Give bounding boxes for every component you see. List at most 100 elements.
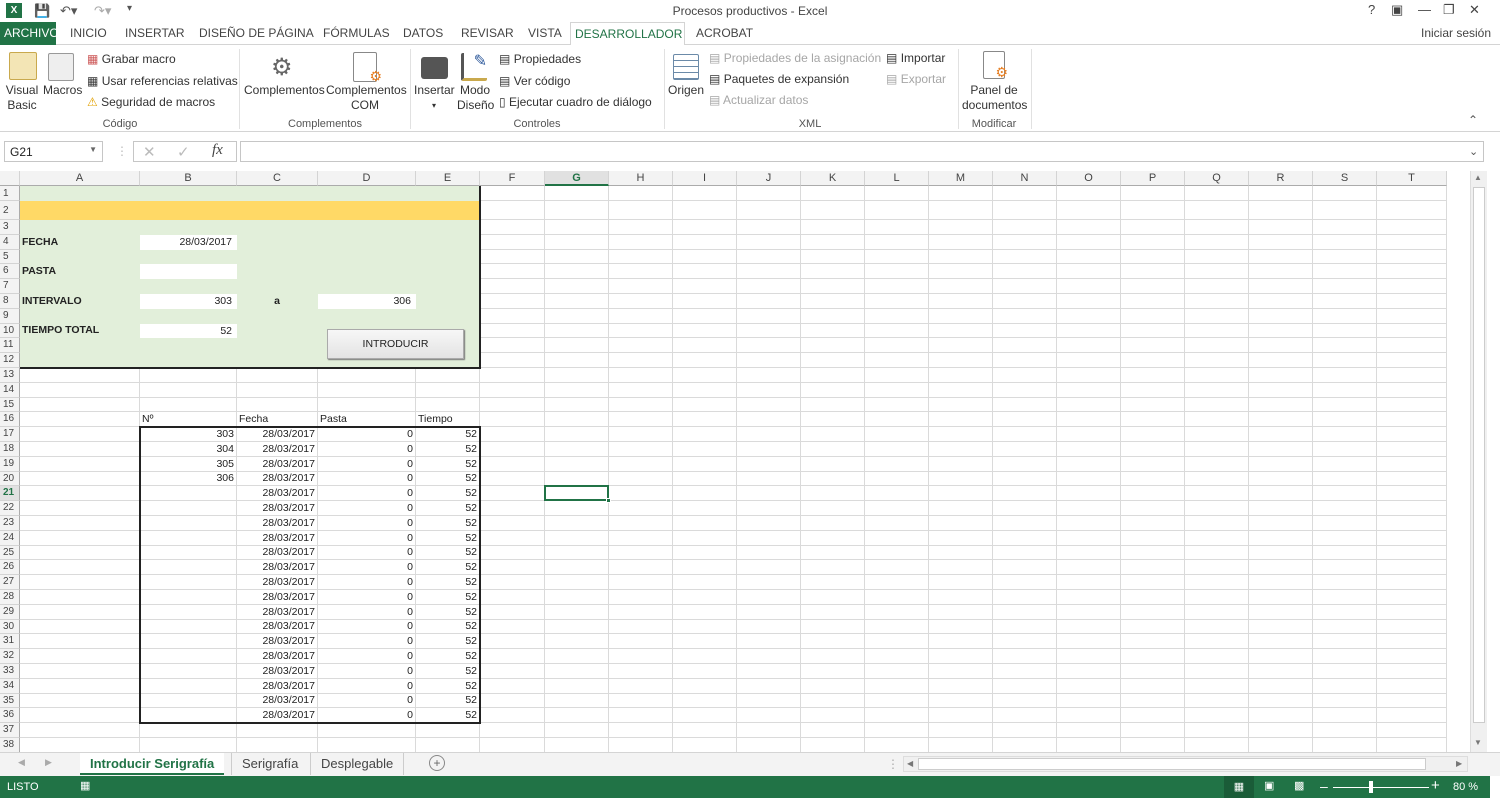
table-cell-n-32[interactable] (140, 649, 237, 664)
cell-a23[interactable] (20, 516, 140, 531)
cell-t11[interactable] (1377, 338, 1447, 354)
cell-i15[interactable] (673, 397, 737, 413)
page-layout-view-icon[interactable]: ▣ (1264, 779, 1274, 792)
cell-q20[interactable] (1185, 471, 1249, 487)
cell-c5[interactable] (237, 249, 318, 265)
cell-d16[interactable]: Pasta (318, 412, 416, 428)
cell-j6[interactable] (737, 264, 801, 280)
fill-handle[interactable] (606, 498, 611, 504)
cell-n10[interactable] (993, 323, 1057, 339)
cell-j17[interactable] (737, 427, 801, 442)
cell-e36[interactable]: 52 (416, 708, 480, 724)
cell-d17[interactable]: 0 (318, 427, 416, 442)
cell-k10[interactable] (801, 323, 865, 339)
cell-i3[interactable] (673, 220, 737, 235)
cell-p30[interactable] (1121, 619, 1185, 635)
cell-e2[interactable] (416, 201, 480, 220)
cell-s9[interactable] (1313, 308, 1377, 324)
cell-o5[interactable] (1057, 249, 1121, 265)
table-cell-n-18[interactable]: 304 (140, 442, 237, 457)
cell-t14[interactable] (1377, 382, 1447, 398)
cell-b13[interactable] (140, 368, 237, 383)
column-header-c[interactable]: C (237, 171, 318, 186)
macros-button[interactable]: Macros (43, 83, 82, 97)
cell-a3[interactable] (20, 220, 140, 235)
cell-l36[interactable] (865, 708, 929, 724)
cell-o37[interactable] (1057, 723, 1121, 738)
introducir-button[interactable]: INTRODUCIR (327, 328, 464, 359)
cell-j21[interactable] (737, 486, 801, 502)
cell-q37[interactable] (1185, 723, 1249, 738)
cell-i10[interactable] (673, 323, 737, 339)
cell-f10[interactable] (480, 323, 545, 339)
cell-p20[interactable] (1121, 471, 1185, 487)
cell-t10[interactable] (1377, 323, 1447, 339)
cell-k25[interactable] (801, 545, 865, 561)
cell-n8[interactable] (993, 294, 1057, 309)
propiedades-asignacion-button[interactable]: ▤ Propiedades de la asignación (709, 51, 881, 65)
cell-a24[interactable] (20, 530, 140, 546)
cell-c3[interactable] (237, 220, 318, 235)
cell-o38[interactable] (1057, 738, 1121, 752)
cell-m14[interactable] (929, 382, 993, 398)
cell-a17[interactable] (20, 427, 140, 442)
normal-view-icon[interactable]: ▦ (1224, 776, 1254, 798)
cell-o12[interactable] (1057, 353, 1121, 368)
cell-i33[interactable] (673, 664, 737, 679)
cell-l18[interactable] (865, 442, 929, 457)
cell-l16[interactable] (865, 412, 929, 428)
cell-g22[interactable] (545, 501, 609, 516)
cell-f8[interactable] (480, 294, 545, 309)
cell-t37[interactable] (1377, 723, 1447, 738)
cell-k14[interactable] (801, 382, 865, 398)
cell-a6[interactable]: PASTA (20, 264, 140, 280)
cell-q9[interactable] (1185, 308, 1249, 324)
cell-t15[interactable] (1377, 397, 1447, 413)
cell-k8[interactable] (801, 294, 865, 309)
cell-c11[interactable] (237, 338, 318, 354)
cell-l21[interactable] (865, 486, 929, 502)
cell-a1[interactable] (20, 186, 140, 201)
cell-o27[interactable] (1057, 575, 1121, 590)
cell-n34[interactable] (993, 678, 1057, 694)
cell-b16[interactable]: Nº (140, 412, 237, 428)
cell-q10[interactable] (1185, 323, 1249, 339)
cell-j32[interactable] (737, 649, 801, 664)
cell-h38[interactable] (609, 738, 673, 752)
cell-n28[interactable] (993, 590, 1057, 605)
column-header-f[interactable]: F (480, 171, 545, 186)
cell-n12[interactable] (993, 353, 1057, 368)
cell-e32[interactable]: 52 (416, 649, 480, 664)
cell-a31[interactable] (20, 634, 140, 650)
cell-a20[interactable] (20, 471, 140, 487)
cell-i21[interactable] (673, 486, 737, 502)
cell-g15[interactable] (545, 397, 609, 413)
cell-l38[interactable] (865, 738, 929, 752)
column-header-b[interactable]: B (140, 171, 237, 186)
cell-j29[interactable] (737, 604, 801, 620)
cell-i7[interactable] (673, 279, 737, 294)
cell-l34[interactable] (865, 678, 929, 694)
cell-s7[interactable] (1313, 279, 1377, 294)
cell-t25[interactable] (1377, 545, 1447, 561)
cell-m30[interactable] (929, 619, 993, 635)
row-header-35[interactable]: 35 (0, 693, 20, 709)
cell-m28[interactable] (929, 590, 993, 605)
cell-p15[interactable] (1121, 397, 1185, 413)
cell-m17[interactable] (929, 427, 993, 442)
cell-r25[interactable] (1249, 545, 1313, 561)
cell-r31[interactable] (1249, 634, 1313, 650)
cell-c10[interactable] (237, 323, 318, 339)
cell-o6[interactable] (1057, 264, 1121, 280)
cell-k18[interactable] (801, 442, 865, 457)
column-header-p[interactable]: P (1121, 171, 1185, 186)
cell-r6[interactable] (1249, 264, 1313, 280)
cell-c17[interactable]: 28/03/2017 (237, 427, 318, 442)
cell-h21[interactable] (609, 486, 673, 502)
cell-k7[interactable] (801, 279, 865, 294)
cell-d4[interactable] (318, 234, 416, 250)
table-cell-n-30[interactable] (140, 619, 237, 635)
cell-r28[interactable] (1249, 590, 1313, 605)
cell-h32[interactable] (609, 649, 673, 664)
cell-d15[interactable] (318, 397, 416, 413)
